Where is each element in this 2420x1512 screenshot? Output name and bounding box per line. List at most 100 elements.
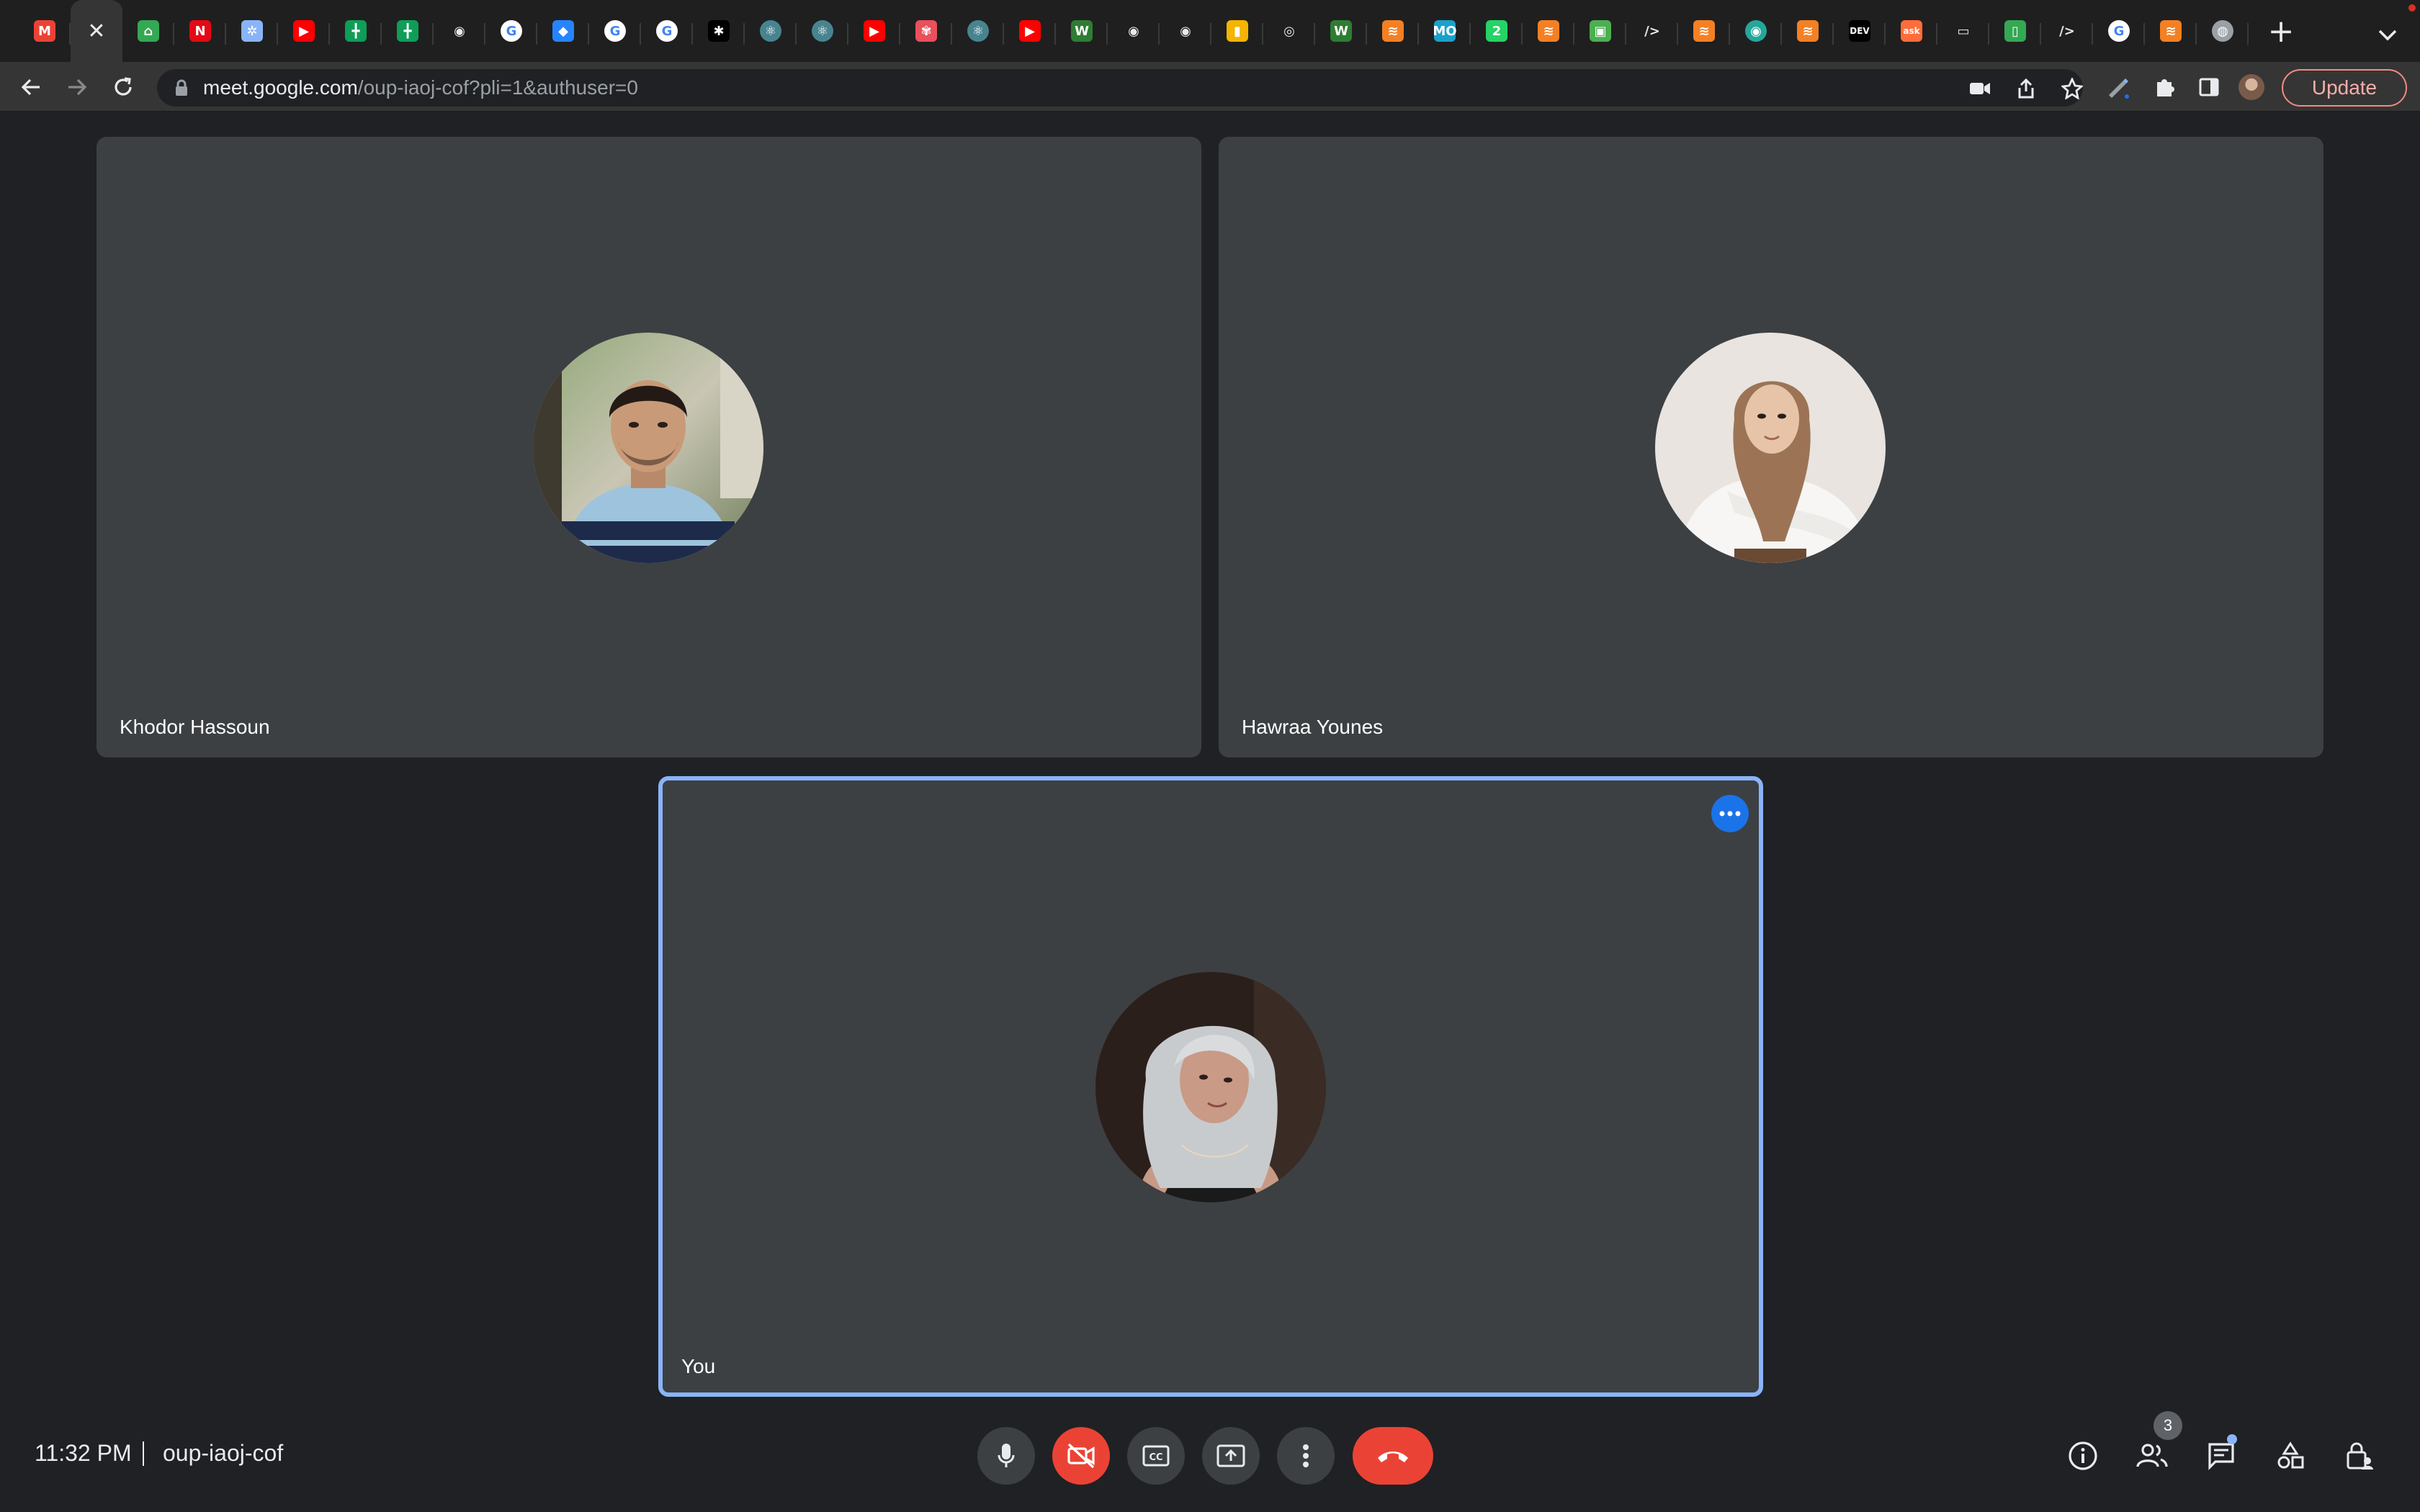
update-button[interactable]: Update xyxy=(2282,69,2407,107)
camera-in-use-button[interactable] xyxy=(1963,72,1996,105)
bookmark-button[interactable] xyxy=(2056,72,2089,105)
google-icon: G xyxy=(604,20,626,42)
extensions-button[interactable] xyxy=(2148,71,2181,104)
browser-tab[interactable]: G xyxy=(641,0,693,62)
terminal-icon: ▭ xyxy=(1957,23,1970,39)
browser-tab[interactable]: G xyxy=(589,0,641,62)
jira-icon: ◆ xyxy=(552,20,574,42)
people-icon xyxy=(2136,1444,2168,1467)
puzzle-icon xyxy=(2157,79,2174,96)
browser-tab[interactable]: ✱ xyxy=(693,0,745,62)
browser-tab[interactable]: ≋ xyxy=(2145,0,2197,62)
camera-off-button[interactable] xyxy=(1052,1427,1110,1485)
microphone-icon xyxy=(998,1444,1015,1467)
browser-tab[interactable]: ✲ xyxy=(226,0,278,62)
browser-tab[interactable]: M xyxy=(19,0,71,62)
info-icon xyxy=(2069,1441,2097,1470)
browser-tab[interactable]: ≋ xyxy=(1678,0,1730,62)
browser-tab[interactable]: G xyxy=(485,0,537,62)
video-camera-icon xyxy=(1970,83,1990,94)
url-text: meet.google.com/oup-iaoj-cof?pli=1&authu… xyxy=(203,76,638,99)
back-button[interactable] xyxy=(14,71,48,104)
participant-tile-self[interactable]: You xyxy=(658,776,1763,1397)
address-bar[interactable]: meet.google.com/oup-iaoj-cof?pli=1&authu… xyxy=(157,69,2083,107)
browser-tab[interactable]: ◍ xyxy=(2197,0,2249,62)
browser-tab[interactable]: DEV xyxy=(1834,0,1886,62)
browser-tab[interactable]: ≋ xyxy=(1523,0,1574,62)
tab-search-button[interactable] xyxy=(2370,17,2406,53)
browser-tab[interactable]: ◉ xyxy=(1108,0,1160,62)
browser-tab[interactable]: ╋ xyxy=(330,0,382,62)
browser-tab[interactable]: MO xyxy=(1419,0,1471,62)
browser-tab[interactable]: /> xyxy=(2041,0,2093,62)
browser-tab[interactable]: ⚛ xyxy=(745,0,797,62)
browser-tab[interactable]: W xyxy=(1315,0,1367,62)
avatar-self xyxy=(1095,972,1326,1202)
browser-tab[interactable]: ╋ xyxy=(382,0,434,62)
github-icon: ◉ xyxy=(1128,23,1139,39)
eye-icon: ◉ xyxy=(1745,20,1767,42)
more-horizontal-icon xyxy=(1719,811,1741,816)
sheets-icon: ╋ xyxy=(345,20,367,42)
browser-tab[interactable]: ◉ xyxy=(434,0,485,62)
new-tab-button[interactable]: + xyxy=(2263,13,2299,50)
browser-tab[interactable]: N xyxy=(174,0,226,62)
browser-tab-active[interactable]: ✕ xyxy=(71,0,122,62)
whatsapp-icon: 2 xyxy=(1486,20,1507,42)
captions-button[interactable]: CC xyxy=(1127,1427,1185,1485)
browser-toolbar: meet.google.com/oup-iaoj-cof?pli=1&authu… xyxy=(0,62,2420,112)
browser-tab[interactable]: ⚛ xyxy=(797,0,848,62)
browser-tab[interactable]: ▶ xyxy=(278,0,330,62)
participant-tile-hawraa[interactable]: Hawraa Younes xyxy=(1219,137,2323,757)
meeting-details-button[interactable] xyxy=(2061,1434,2105,1477)
participant-photo xyxy=(1655,333,1886,563)
browser-tab[interactable]: ≋ xyxy=(1782,0,1834,62)
leave-call-button[interactable] xyxy=(1353,1427,1433,1485)
host-controls-button[interactable] xyxy=(2338,1434,2381,1477)
people-button[interactable] xyxy=(2130,1434,2174,1477)
tab-list: M ✕ ⌂ N ✲ ▶ ╋ ╋ ◉ G ◆ G G ✱ ⚛ ⚛ ▶ ✾ ⚛ ▶ W ◉ ◉ ▮ ◎ W ≋ MO 2 ≋ ▣ /> ≋ ◉ ≋ DEV… xyxy=(0,0,2249,62)
browser-tab[interactable]: ask xyxy=(1886,0,1937,62)
browser-tab[interactable]: ▶ xyxy=(1004,0,1056,62)
more-options-button[interactable] xyxy=(1277,1427,1335,1485)
browser-tab[interactable]: ◎ xyxy=(1263,0,1315,62)
browser-tab[interactable]: ▭ xyxy=(1937,0,1989,62)
app-red-icon: ✾ xyxy=(915,20,937,42)
profile-avatar[interactable] xyxy=(2238,74,2264,100)
browser-tab[interactable]: ▣ xyxy=(1574,0,1626,62)
browser-tab[interactable]: G xyxy=(2093,0,2145,62)
participant-name: You xyxy=(681,1355,716,1377)
browser-tab[interactable]: ⌂ xyxy=(122,0,174,62)
browser-tab[interactable]: ⚛ xyxy=(952,0,1004,62)
browser-tab[interactable]: ✾ xyxy=(900,0,952,62)
browser-tab[interactable]: 2 xyxy=(1471,0,1523,62)
browser-tab[interactable]: ≋ xyxy=(1367,0,1419,62)
browser-tab[interactable]: ◉ xyxy=(1730,0,1782,62)
more-vertical-icon xyxy=(1303,1444,1309,1467)
netflix-icon: N xyxy=(189,20,211,42)
side-panel-button[interactable] xyxy=(2192,71,2226,104)
globe-icon: ◍ xyxy=(2212,20,2233,42)
close-icon[interactable]: ✕ xyxy=(87,19,105,44)
stackoverflow-icon: ≋ xyxy=(1538,20,1559,42)
browser-tab[interactable]: ▶ xyxy=(848,0,900,62)
present-screen-button[interactable] xyxy=(1202,1427,1260,1485)
forward-button[interactable] xyxy=(60,71,94,104)
activities-button[interactable] xyxy=(2269,1434,2312,1477)
browser-tab[interactable]: ◉ xyxy=(1160,0,1211,62)
divider xyxy=(143,1441,144,1466)
browser-tab[interactable]: ▯ xyxy=(1989,0,2041,62)
browser-tab[interactable]: W xyxy=(1056,0,1108,62)
browser-tab[interactable]: ◆ xyxy=(537,0,589,62)
participant-name: Khodor Hassoun xyxy=(120,716,270,738)
microphone-button[interactable] xyxy=(977,1427,1035,1485)
share-button[interactable] xyxy=(2009,72,2043,105)
meeting-code: oup-iaoj-cof xyxy=(163,1440,284,1466)
browser-tab[interactable]: /> xyxy=(1626,0,1678,62)
extension-pen-button[interactable] xyxy=(2102,71,2135,104)
browser-tab[interactable]: ▮ xyxy=(1211,0,1263,62)
reload-button[interactable] xyxy=(107,71,140,104)
tile-more-options-button[interactable] xyxy=(1711,795,1749,832)
code-icon: /> xyxy=(2059,23,2075,39)
participant-tile-khodor[interactable]: Khodor Hassoun xyxy=(97,137,1201,757)
